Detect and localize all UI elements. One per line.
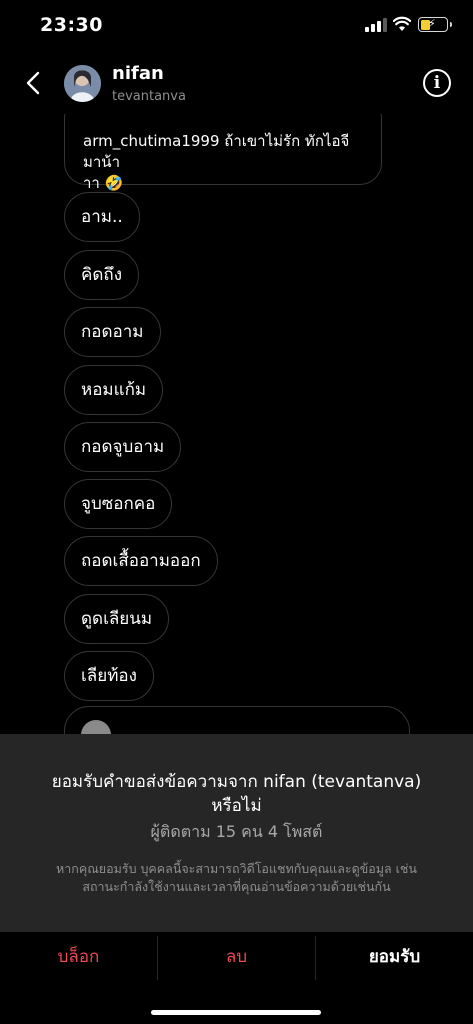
header-name[interactable]: nifan [112,63,164,84]
header-username[interactable]: tevantanva [112,89,186,104]
request-actions: บล็อก ลบ ยอมรับ [0,932,473,1024]
request-title-line-1: ยอมรับคำขอส่งข้อความจาก nifan (tevantanv… [51,772,422,792]
info-icon[interactable]: i [423,69,451,97]
shared-comment-bubble[interactable]: arm_chutima1999 ถ้าเขาไม่รัก ทักไอจีมาน้… [64,114,382,192]
comment-text-continued: าา 🤣 [83,174,124,192]
request-note-line-2: สถานะกำลังใช้งานและเวลาที่คุณอ่านข้อความ… [82,879,391,894]
status-bar: 23:30 ⚡ [0,0,473,52]
accept-button[interactable]: ยอมรับ [316,932,473,982]
request-title: ยอมรับคำขอส่งข้อความจาก nifan (tevantanv… [20,770,453,818]
message-bubble[interactable]: เลียท้อง [64,651,154,701]
message-request-sheet: ยอมรับคำขอส่งข้อความจาก nifan (tevantanv… [0,734,473,932]
message-bubble[interactable]: อาม.. [64,192,140,242]
request-title-line-2: หรือไม่ [211,796,262,816]
delete-button[interactable]: ลบ [158,932,315,982]
status-time: 23:30 [40,14,103,36]
avatar[interactable] [64,65,101,102]
signal-icon [365,18,387,32]
request-note: หากคุณยอมรับ บุคคลนี้จะสามารถวิดีโอแชทกั… [40,860,433,896]
message-bubble[interactable]: ถอดเสื้ออามออก [64,536,218,586]
wifi-icon [393,16,411,31]
message-bubble[interactable]: กอดอาม [64,307,161,357]
request-stats: ผู้ติดตาม 15 คน 4 โพสต์ [150,822,323,841]
message-bubble[interactable]: ดูดเลียนม [64,594,170,644]
comment-username: arm_chutima1999 [83,132,220,150]
partial-shared-post-bubble[interactable] [64,706,410,734]
message-bubble[interactable]: จูบซอกคอ [64,479,173,529]
message-list[interactable]: arm_chutima1999 ถ้าเขาไม่รัก ทักไอจีมาน้… [0,114,473,734]
message-bubble[interactable]: กอดจูบอาม [64,422,182,472]
back-chevron-icon[interactable] [20,66,48,100]
block-button[interactable]: บล็อก [0,932,157,982]
chat-header: nifan tevantanva i [0,52,473,114]
battery-charging-icon: ⚡ [418,17,452,32]
home-indicator[interactable] [151,1010,321,1015]
avatar [81,720,111,734]
request-note-line-1: หากคุณยอมรับ บุคคลนี้จะสามารถวิดีโอแชทกั… [56,861,417,876]
message-bubble[interactable]: คิดถึง [64,250,140,300]
message-bubble[interactable]: หอมแก้ม [64,365,164,415]
